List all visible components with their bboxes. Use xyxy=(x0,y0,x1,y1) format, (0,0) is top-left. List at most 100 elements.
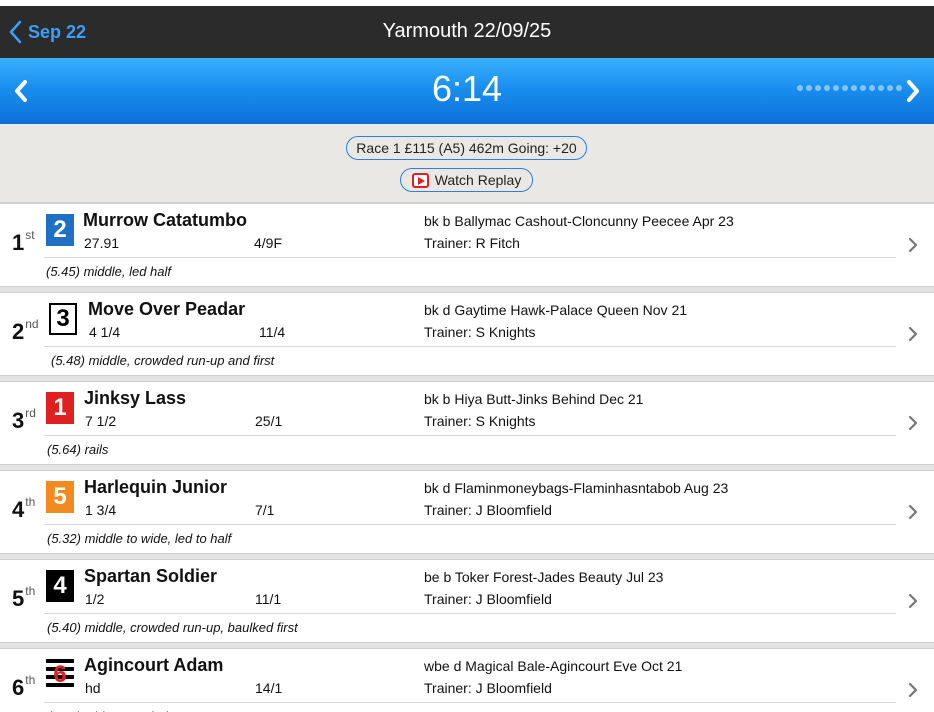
page-dot xyxy=(806,85,812,91)
trainer-name: Trainer: S Knights xyxy=(424,324,536,340)
trap-badge: 2 xyxy=(46,214,74,246)
starting-price: 14/1 xyxy=(255,680,283,696)
starting-price: 4/9F xyxy=(254,235,283,251)
row-separator xyxy=(44,613,896,614)
result-row[interactable]: 1st 2 Murrow Catatumbo 27.91 4/9F bk b Ballym… xyxy=(0,203,934,292)
page-dot xyxy=(842,85,848,91)
distance-behind: 1/2 xyxy=(85,591,105,607)
result-row[interactable]: 5th 4 Spartan Soldier 1/2 11/1 be b Toker For… xyxy=(0,559,934,648)
play-video-icon xyxy=(411,172,429,188)
race-info-bar: Race 1 £115 (A5) 462m Going: +20 Watch R… xyxy=(0,124,934,203)
trainer-name: Trainer: R Fitch xyxy=(424,235,520,251)
greyhound-name: Spartan Soldier xyxy=(84,566,218,586)
distance-behind: 7 1/2 xyxy=(85,413,117,429)
greyhound-name: Murrow Catatumbo xyxy=(83,210,247,230)
greyhound-name: Jinksy Lass xyxy=(84,388,187,408)
starting-price: 11/1 xyxy=(255,591,282,607)
finish-position: 2nd xyxy=(12,317,39,345)
trainer-name: Trainer: J Bloomfield xyxy=(424,502,552,518)
race-comment: (5.64) rails xyxy=(47,442,109,457)
race-time: 6:14 xyxy=(431,68,503,109)
row-separator xyxy=(44,257,896,258)
chevron-right-icon xyxy=(908,682,918,703)
page-dot xyxy=(896,85,902,91)
position-number: 4 xyxy=(12,497,25,522)
starting-price: 11/4 xyxy=(259,324,286,340)
page-dot xyxy=(851,85,857,91)
position-number: 3 xyxy=(12,408,25,433)
position-number: 1 xyxy=(12,230,25,255)
row-separator xyxy=(44,435,896,436)
race-comment: (5.40) middle, crowded run-up, baulked f… xyxy=(47,620,298,635)
race-comment: (5.48) middle, crowded run-up and first xyxy=(51,353,275,368)
page-dot xyxy=(815,85,821,91)
starting-price: 25/1 xyxy=(255,413,283,429)
breeding-info: bk d Flaminmoneybags-Flaminhasntabob Aug… xyxy=(424,480,729,496)
breeding-info: bk b Ballymac Cashout-Cloncunny Peecee A… xyxy=(424,213,734,229)
position-suffix: th xyxy=(25,495,36,509)
finish-position: 1st xyxy=(12,228,35,256)
row-separator xyxy=(44,524,896,525)
position-suffix: st xyxy=(25,228,35,242)
result-row[interactable]: 4th 5 Harlequin Junior 1 3/4 7/1 bk d Flaminm… xyxy=(0,470,934,559)
page-dot xyxy=(824,85,830,91)
trap-badge: 4 xyxy=(46,570,74,602)
position-suffix: nd xyxy=(25,317,39,331)
position-suffix: th xyxy=(25,584,36,598)
race-info-badge: Race 1 £115 (A5) 462m Going: +20 xyxy=(346,136,587,160)
page-dot xyxy=(887,85,893,91)
trainer-name: Trainer: S Knights xyxy=(424,413,536,429)
race-header: 6:14 xyxy=(0,58,934,124)
chevron-right-icon xyxy=(908,415,918,436)
position-suffix: rd xyxy=(25,406,36,420)
greyhound-name: Move Over Peadar xyxy=(88,299,246,319)
row-separator xyxy=(44,346,896,347)
page-dot xyxy=(869,85,875,91)
result-row[interactable]: 6th 6 Agincourt Adam hd 14/1 wbe d Magical Ba… xyxy=(0,648,934,712)
position-number: 5 xyxy=(12,586,25,611)
trap-badge: 1 xyxy=(46,392,74,424)
page-title: Yarmouth 22/09/25 xyxy=(382,20,552,42)
trap-badge: 6 xyxy=(46,659,74,691)
distance-behind: 4 1/4 xyxy=(89,324,121,340)
trainer-name: Trainer: J Bloomfield xyxy=(424,591,552,607)
greyhound-name: Agincourt Adam xyxy=(84,655,224,675)
position-number: 2 xyxy=(12,319,25,344)
distance-behind: hd xyxy=(85,680,101,696)
result-row[interactable]: 3rd 1 Jinksy Lass 7 1/2 25/1 bk b Hiya Butt-J… xyxy=(0,381,934,470)
breeding-info: bk b Hiya Butt-Jinks Behind Dec 21 xyxy=(424,391,644,407)
breeding-info: be b Toker Forest-Jades Beauty Jul 23 xyxy=(424,569,664,585)
starting-price: 7/1 xyxy=(255,502,275,518)
distance-behind: 27.91 xyxy=(84,235,120,251)
breeding-info: bk d Gaytime Hawk-Palace Queen Nov 21 xyxy=(424,302,688,318)
page-dot xyxy=(797,85,803,91)
chevron-right-icon xyxy=(908,593,918,614)
race-comment: (5.45) middle, led half xyxy=(46,264,172,279)
finish-position: 4th xyxy=(12,495,36,523)
trap-badge: 3 xyxy=(49,303,77,335)
race-comment: (5.32) middle to wide, led to half xyxy=(47,531,232,546)
page-dot xyxy=(833,85,839,91)
watch-replay-button[interactable]: Watch Replay xyxy=(400,168,533,192)
nav-bar: Sep 22 Yarmouth 22/09/25 xyxy=(0,6,934,58)
chevron-right-icon xyxy=(908,504,918,525)
watch-replay-label: Watch Replay xyxy=(434,172,522,188)
distance-behind: 1 3/4 xyxy=(85,502,117,518)
breeding-info: wbe d Magical Bale-Agincourt Eve Oct 21 xyxy=(424,658,683,674)
position-number: 6 xyxy=(12,675,25,700)
finish-position: 6th xyxy=(12,673,36,701)
page-dot xyxy=(860,85,866,91)
trap-badge: 5 xyxy=(46,481,74,513)
finish-position: 3rd xyxy=(12,406,36,434)
page-dot xyxy=(878,85,884,91)
next-race-icon[interactable] xyxy=(904,78,922,109)
position-suffix: th xyxy=(25,673,36,687)
race-page-indicator xyxy=(797,85,902,91)
chevron-right-icon xyxy=(908,237,918,258)
trainer-name: Trainer: J Bloomfield xyxy=(424,680,552,696)
finish-position: 5th xyxy=(12,584,36,612)
chevron-right-icon xyxy=(908,326,918,347)
result-row[interactable]: 2nd 3 Move Over Peadar 4 1/4 11/4 bk d Gaytim… xyxy=(0,292,934,381)
row-separator xyxy=(44,702,896,703)
greyhound-name: Harlequin Junior xyxy=(84,477,228,497)
